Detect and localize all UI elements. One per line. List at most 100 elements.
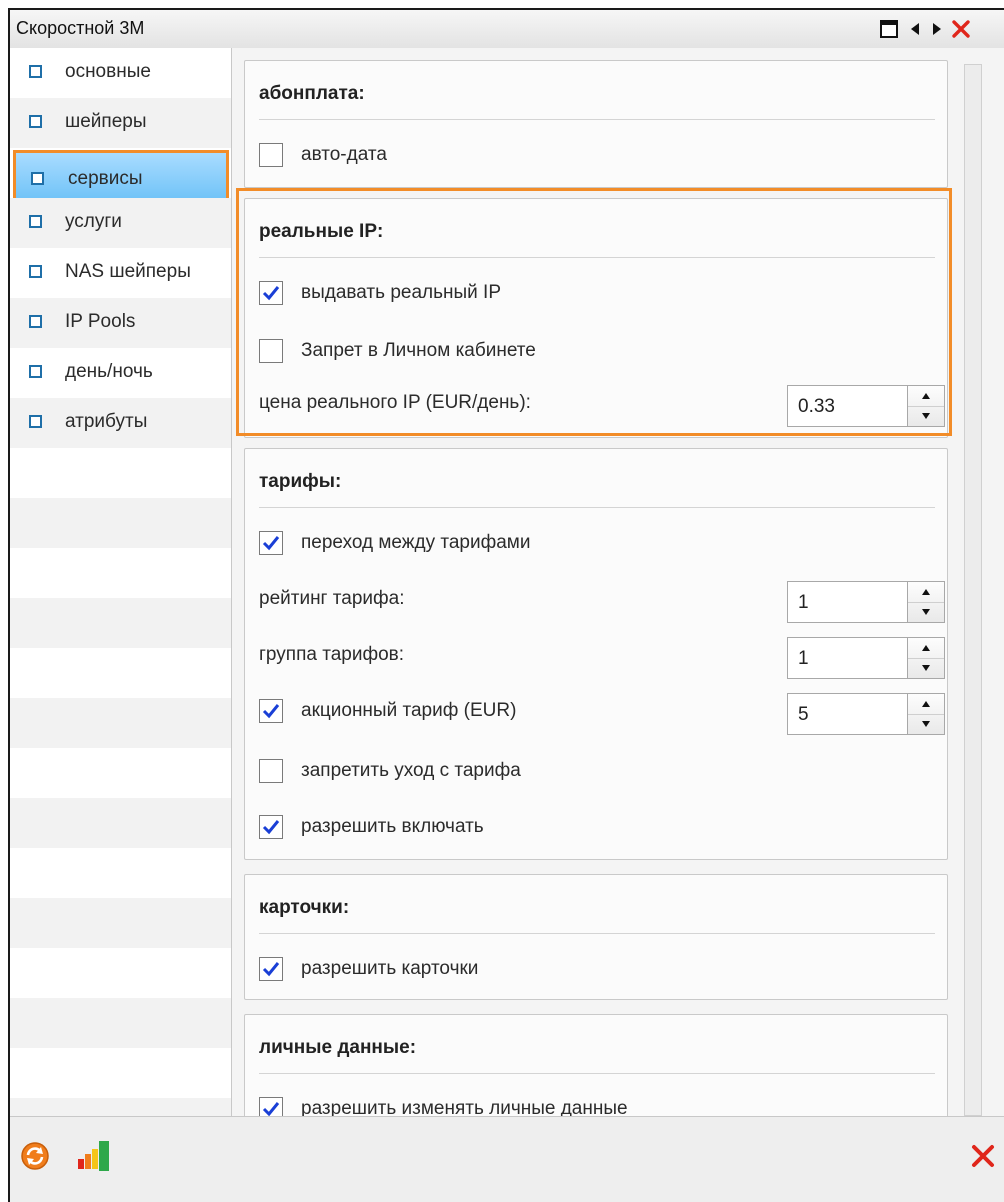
allow-cards-checkbox[interactable] — [259, 957, 283, 981]
settings-panel: абонплата: авто-дата реальные IP: выдава… — [232, 48, 1004, 1142]
sidebar-item-label: шейперы — [65, 111, 147, 132]
empty-row — [10, 748, 231, 798]
divider — [259, 119, 935, 120]
bullet-icon — [29, 415, 42, 428]
row-forbid-leave[interactable]: запретить уход с тарифа — [259, 753, 935, 793]
spinner-buttons[interactable] — [907, 693, 945, 735]
check-icon — [262, 962, 280, 977]
forbid-leave-label: запретить уход с тарифа — [301, 760, 521, 781]
spin-down-icon[interactable] — [908, 658, 944, 678]
tariff-rating-spinner[interactable]: 1 — [787, 581, 947, 623]
check-icon — [262, 820, 280, 835]
empty-row — [10, 498, 231, 548]
allow-enable-checkbox[interactable] — [259, 815, 283, 839]
spin-down-icon[interactable] — [908, 602, 944, 622]
row-allow-enable[interactable]: разрешить включать — [259, 809, 935, 849]
stats-icon[interactable] — [76, 1137, 114, 1175]
promo-tariff-input[interactable]: 5 — [787, 693, 907, 735]
spinner-buttons[interactable] — [907, 385, 945, 427]
bullet-icon — [29, 65, 42, 78]
auto-date-checkbox[interactable] — [259, 143, 283, 167]
divider — [259, 933, 935, 934]
section-title: личные данные: — [259, 1037, 417, 1058]
spin-down-icon[interactable] — [908, 714, 944, 734]
empty-row — [10, 1048, 231, 1098]
spinner-buttons[interactable] — [907, 581, 945, 623]
spin-up-icon[interactable] — [908, 638, 944, 659]
ban-personal-cabinet-label: Запрет в Личном кабинете — [301, 340, 536, 361]
real-ip-price-label: цена реального IP (EUR/день): — [259, 392, 531, 413]
sidebar-item-label: атрибуты — [65, 411, 148, 432]
spin-up-icon[interactable] — [908, 582, 944, 603]
tariff-rating-label: рейтинг тарифа: — [259, 588, 405, 609]
sidebar-item-usługi[interactable]: услуги — [10, 198, 231, 248]
sidebar-item-basic[interactable]: основные — [10, 48, 231, 98]
tariff-group-input[interactable]: 1 — [787, 637, 907, 679]
sidebar-item-nas-shapers[interactable]: NAS шейперы — [10, 248, 231, 298]
bullet-icon — [29, 215, 42, 228]
tariff-group-label: группа тарифов: — [259, 644, 405, 665]
close-icon[interactable] — [970, 1143, 996, 1169]
sidebar-item-label: услуги — [65, 211, 122, 232]
empty-row — [10, 698, 231, 748]
arrow-right-icon[interactable] — [926, 18, 948, 40]
row-ban-personal-cabinet[interactable]: Запрет в Личном кабинете — [259, 333, 935, 373]
real-ip-price-spinner[interactable]: 0.33 — [787, 385, 947, 427]
title-bar: Скоростной 3М — [10, 10, 1004, 49]
sidebar-item-shapers[interactable]: шейперы — [10, 98, 231, 148]
empty-row — [10, 848, 231, 898]
allow-cards-label: разрешить карточки — [301, 958, 479, 979]
row-allow-cards[interactable]: разрешить карточки — [259, 951, 935, 991]
section-title: тарифы: — [259, 471, 342, 492]
window: Скоростной 3М основные шейперы сервисы у… — [8, 8, 1004, 1202]
real-ip-price-input[interactable]: 0.33 — [787, 385, 907, 427]
section-subscription: абонплата: авто-дата — [244, 60, 948, 188]
promo-tariff-spinner[interactable]: 5 — [787, 693, 947, 735]
promo-tariff-label: акционный тариф (EUR) — [301, 700, 517, 721]
empty-row — [10, 648, 231, 698]
sidebar-item-label: сервисы — [68, 168, 143, 189]
forbid-leave-checkbox[interactable] — [259, 759, 283, 783]
row-promo-tariff[interactable]: акционный тариф (EUR) 5 — [259, 693, 945, 735]
divider — [259, 257, 935, 258]
switch-tariffs-label: переход между тарифами — [301, 532, 531, 553]
empty-row — [10, 898, 231, 948]
row-auto-date[interactable]: авто-дата — [259, 137, 935, 177]
empty-row — [10, 448, 231, 498]
empty-row — [10, 1098, 231, 1116]
spinner-buttons[interactable] — [907, 637, 945, 679]
close-icon[interactable] — [950, 18, 972, 40]
window-title: Скоростной 3М — [16, 18, 145, 38]
vertical-scrollbar[interactable] — [964, 64, 982, 1116]
spin-down-icon[interactable] — [908, 406, 944, 426]
spin-up-icon[interactable] — [908, 694, 944, 715]
sidebar-item-day-night[interactable]: день/ночь — [10, 348, 231, 398]
arrow-left-icon[interactable] — [904, 18, 926, 40]
section-cards: карточки: разрешить карточки — [244, 874, 948, 1000]
row-issue-real-ip[interactable]: выдавать реальный IP — [259, 275, 935, 315]
issue-real-ip-checkbox[interactable] — [259, 281, 283, 305]
sidebar: основные шейперы сервисы услуги NAS шейп… — [10, 48, 232, 1116]
sidebar-item-ip-pools[interactable]: IP Pools — [10, 298, 231, 348]
divider — [259, 1073, 935, 1074]
bullet-icon — [29, 365, 42, 378]
row-tariff-rating: рейтинг тарифа: 1 — [259, 581, 945, 623]
empty-row — [10, 998, 231, 1048]
spin-up-icon[interactable] — [908, 386, 944, 407]
sidebar-item-attributes[interactable]: атрибуты — [10, 398, 231, 448]
sidebar-item-label: NAS шейперы — [65, 261, 191, 282]
bullet-icon — [29, 265, 42, 278]
allow-enable-label: разрешить включать — [301, 816, 484, 837]
refresh-icon[interactable] — [20, 1141, 50, 1171]
switch-tariffs-checkbox[interactable] — [259, 531, 283, 555]
maximize-icon[interactable] — [878, 18, 900, 40]
row-switch-tariffs[interactable]: переход между тарифами — [259, 525, 935, 565]
section-title: карточки: — [259, 897, 350, 918]
section-title: реальные IP: — [259, 221, 384, 242]
row-real-ip-price: цена реального IP (EUR/день): 0.33 — [259, 385, 945, 427]
check-icon — [262, 704, 280, 719]
tariff-rating-input[interactable]: 1 — [787, 581, 907, 623]
promo-tariff-checkbox[interactable] — [259, 699, 283, 723]
ban-personal-cabinet-checkbox[interactable] — [259, 339, 283, 363]
tariff-group-spinner[interactable]: 1 — [787, 637, 947, 679]
